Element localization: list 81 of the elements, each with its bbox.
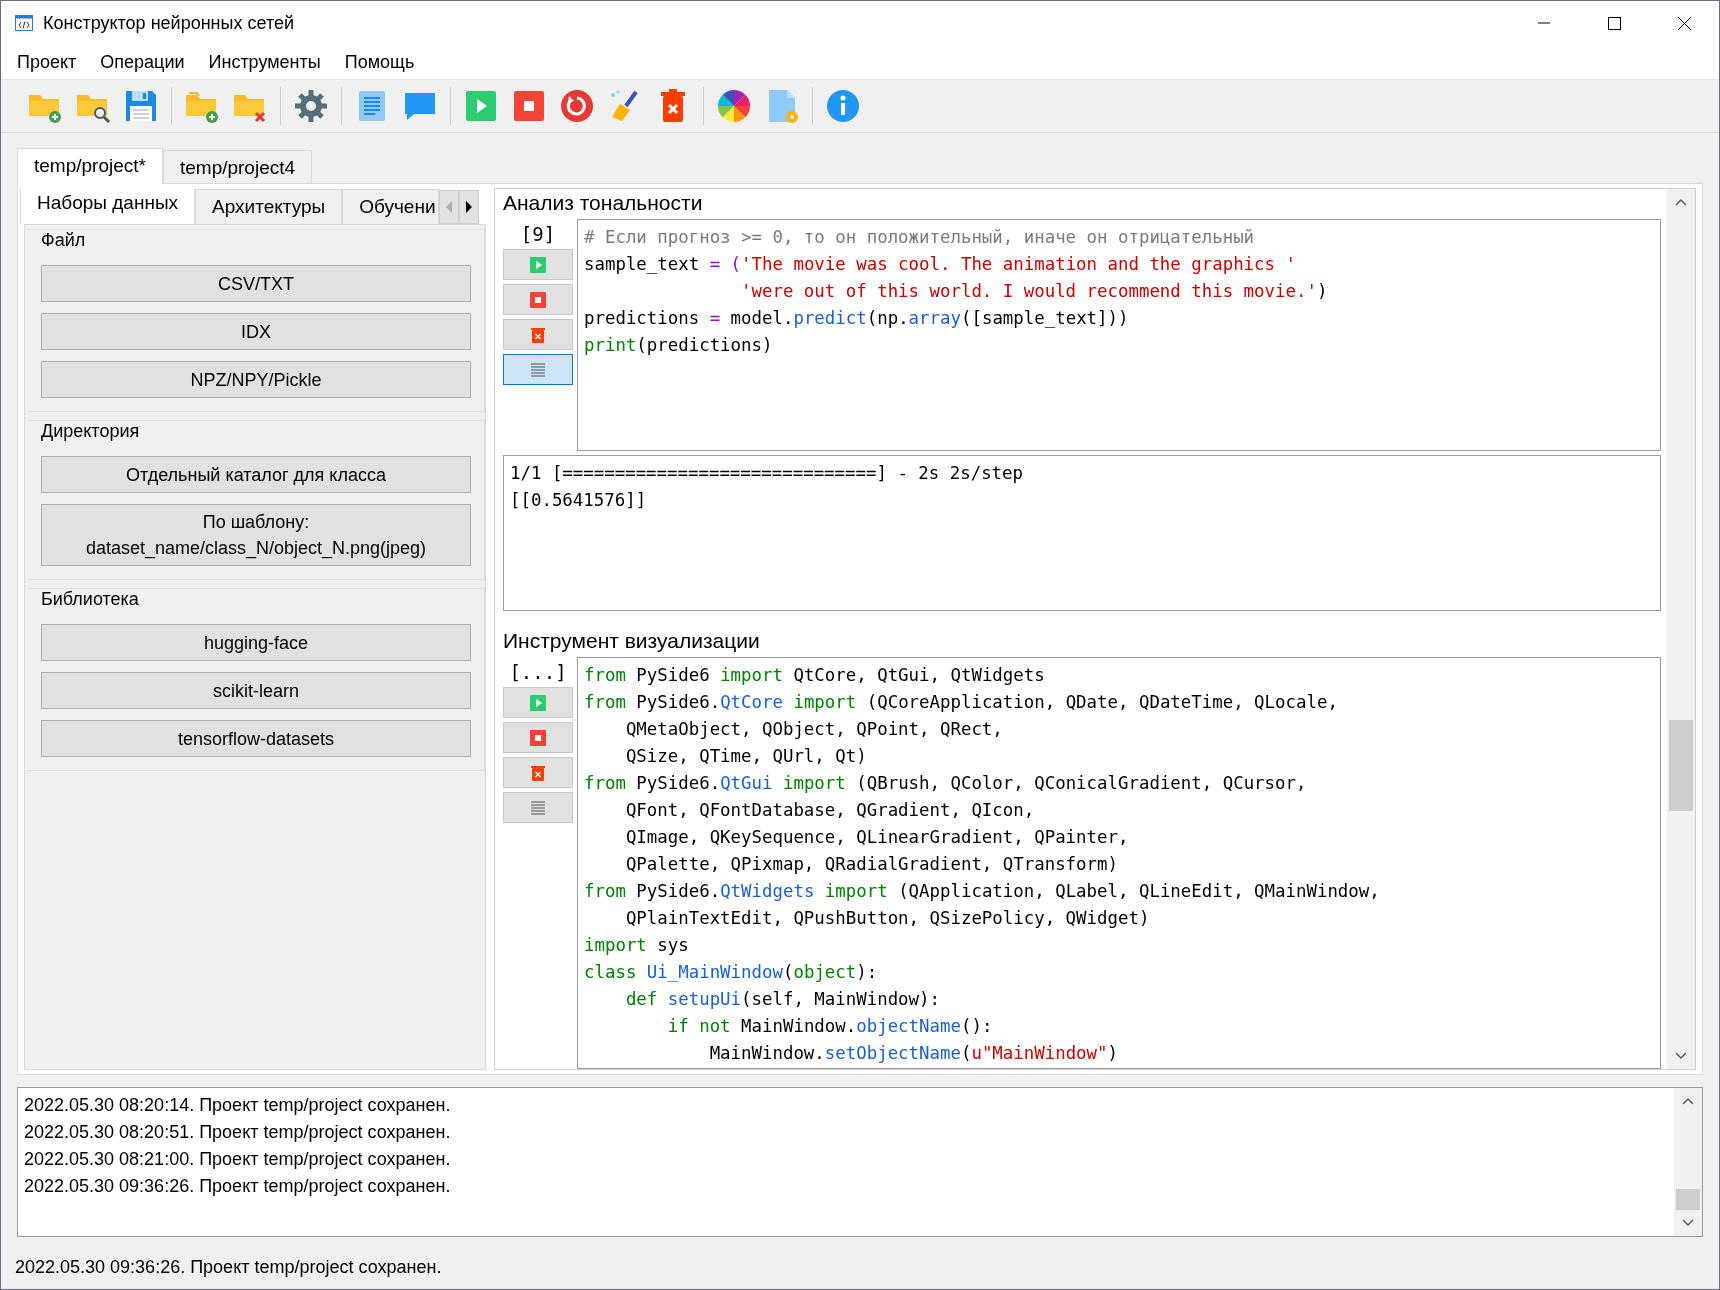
project-tab[interactable]: temp/project4 <box>162 150 313 183</box>
trash-icon <box>529 325 547 344</box>
code-line: class Ui_MainWindow(object): <box>584 961 878 984</box>
code-line: import sys <box>584 934 689 957</box>
code-line: QFont, QFontDatabase, QGradient, QIcon, <box>624 799 1035 822</box>
dataset-button[interactable]: CSV/TXT <box>41 265 471 302</box>
code-line: QImage, QKeySequence, QLinearGradient, QPainter, <box>624 826 1129 849</box>
code-line: sample_text = ('The movie was cool. The animation and the graphics ' <box>584 253 1296 276</box>
code-line: from PySide6 import QtCore, QtGui, QtWidgets <box>584 664 1045 687</box>
code-line: MainWindow.setObjectName(u"MainWindow") <box>708 1042 1119 1065</box>
code-line: predictions = model.predict(np.array([sample_text])) <box>584 307 1129 330</box>
menu-item[interactable]: Проект <box>5 51 89 73</box>
panel-tab[interactable]: Наборы данных <box>20 188 196 224</box>
stop-icon <box>529 290 547 309</box>
scrollbar-thumb[interactable] <box>1669 720 1693 812</box>
group-title: Файл <box>41 230 86 252</box>
dataset-button[interactable]: hugging-face <box>41 624 471 661</box>
scroll-up-button[interactable] <box>1675 198 1687 206</box>
cell-title: Анализ тональности <box>503 191 704 215</box>
stop-button[interactable] <box>503 722 573 753</box>
scroll-down-button[interactable] <box>1675 1052 1687 1060</box>
code-line: QMetaObject, QObject, QPoint, QRect, <box>624 718 1003 741</box>
code-line: from PySide6.QtGui import (QBrush, QColor, QConicalGradient, QCursor, <box>584 772 1307 795</box>
code-line: from PySide6.QtWidgets import (QApplication, QLabel, QLineEdit, QMainWindow, <box>584 880 1380 903</box>
stop-button[interactable] <box>503 284 573 315</box>
output-line: [[0.5641576]] <box>510 489 647 512</box>
log-line: 2022.05.30 08:21:00. Проект temp/project сохранен. <box>24 1148 451 1171</box>
app-icon <box>15 15 33 31</box>
code-line: QPlainTextEdit, QPushButton, QSizePolicy, QWidget) <box>624 907 1150 930</box>
dataset-button[interactable]: scikit-learn <box>41 672 471 709</box>
code-line: QSize, QTime, QUrl, Qt) <box>624 745 867 768</box>
status-text: 2022.05.30 09:36:26. Проект temp/project сохранен. <box>15 1256 442 1278</box>
cell-title: Инструмент визуализации <box>503 629 761 653</box>
group-title: Директория <box>41 421 140 443</box>
maximize-button[interactable] <box>1605 14 1623 32</box>
project-tab[interactable]: temp/project* <box>17 148 163 184</box>
menu-item[interactable]: Помощь <box>332 51 427 73</box>
dataset-button[interactable]: Отдельный каталог для класса <box>41 456 471 493</box>
close-button[interactable] <box>1675 14 1693 32</box>
scrollbar-thumb[interactable] <box>1676 1188 1700 1210</box>
dataset-button[interactable]: По шаблону: dataset_name/class_N/object_N.png(jpeg) <box>41 504 471 566</box>
scroll-up-button[interactable] <box>1682 1097 1694 1105</box>
trash-icon <box>529 763 547 782</box>
log-line: 2022.05.30 09:36:26. Проект temp/project сохранен. <box>24 1175 451 1198</box>
scroll-right-button[interactable] <box>464 200 473 214</box>
code-line: if not MainWindow.objectName(): <box>666 1015 993 1038</box>
output-line: 1/1 [==============================] - 2s 2s/step <box>510 462 1024 485</box>
output-toggle-button[interactable] <box>503 792 573 823</box>
code-line: QPalette, QPixmap, QRadialGradient, QTransform) <box>624 853 1118 876</box>
dataset-button[interactable]: tensorflow-datasets <box>41 720 471 757</box>
play-icon <box>529 693 547 712</box>
restart-icon[interactable] <box>558 87 596 125</box>
info-icon[interactable] <box>824 87 862 125</box>
cell-prompt: [9] <box>520 222 556 247</box>
panel-tab[interactable]: Архитектуры <box>195 189 343 224</box>
settings-icon[interactable] <box>292 87 330 125</box>
color-wheel-icon[interactable] <box>715 87 753 125</box>
code-line: def setupUi(self, MainWindow): <box>624 988 940 1011</box>
code-line: from PySide6.QtCore import (QCoreApplication, QDate, QDateTime, QLocale, <box>584 691 1338 714</box>
log-line: 2022.05.30 08:20:14. Проект temp/project сохранен. <box>24 1094 451 1117</box>
delete-button[interactable] <box>503 319 573 350</box>
output-toggle-button[interactable] <box>503 354 573 385</box>
cell-prompt: [...] <box>509 660 567 685</box>
delete-button[interactable] <box>503 757 573 788</box>
lines-icon <box>529 360 547 379</box>
menu-item[interactable]: Инструменты <box>196 51 333 73</box>
code-editor[interactable] <box>577 657 1661 1069</box>
stop-icon <box>529 728 547 747</box>
log-line: 2022.05.30 08:20:51. Проект temp/project сохранен. <box>24 1121 451 1144</box>
code-line: # Если прогноз >= 0, то он положительный, иначе он отрицательный <box>584 226 1255 249</box>
lines-icon <box>529 798 547 817</box>
panel-tab[interactable]: Обучени <box>342 189 439 224</box>
scroll-down-button[interactable] <box>1682 1219 1694 1227</box>
code-line: 'were out of this world. I would recommend this movie.') <box>740 280 1328 303</box>
menu-item[interactable]: Операции <box>88 51 197 73</box>
dataset-button[interactable]: IDX <box>41 313 471 350</box>
play-icon <box>529 255 547 274</box>
group-title: Библиотека <box>41 589 139 611</box>
code-line: print(predictions) <box>584 334 773 357</box>
window-title: Конструктор нейронных сетей <box>43 12 294 34</box>
dataset-button[interactable]: NPZ/NPY/Pickle <box>41 361 471 398</box>
